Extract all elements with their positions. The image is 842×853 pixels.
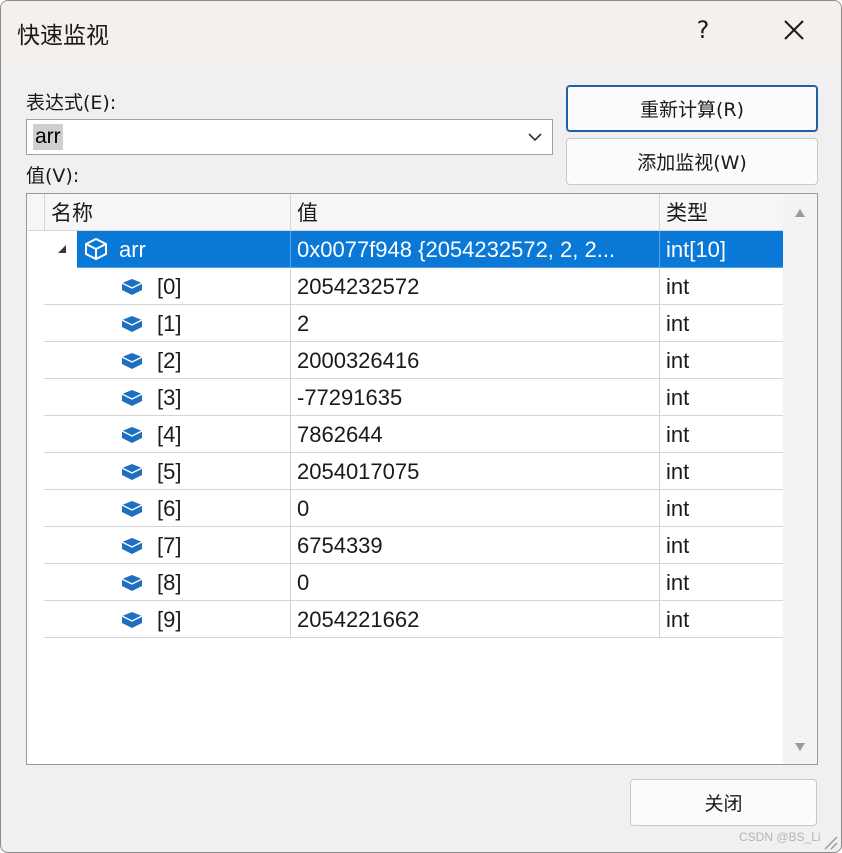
field-icon <box>121 538 143 554</box>
value-cell: 6754339 <box>290 527 659 564</box>
help-icon: ? <box>696 16 710 44</box>
value-cell: 0 <box>290 490 659 527</box>
type-cell: int <box>659 527 783 564</box>
watermark-text: CSDN @BS_Li <box>739 830 821 844</box>
close-icon <box>784 20 804 40</box>
object-icon <box>85 237 107 261</box>
title-close-button[interactable] <box>766 9 822 51</box>
value-cell: 2054232572 <box>290 268 659 305</box>
recalculate-button[interactable]: 重新计算(R) <box>566 85 818 132</box>
type-cell: int <box>659 379 783 416</box>
element-name: [7] <box>157 533 182 558</box>
table-row[interactable]: [0] 2054232572 int <box>27 268 783 305</box>
scroll-up-arrow-icon[interactable] <box>794 208 806 218</box>
value-cell: 2000326416 <box>290 342 659 379</box>
table-row[interactable]: [3] -77291635 int <box>27 379 783 416</box>
field-icon <box>121 612 143 628</box>
element-name: [5] <box>157 459 182 484</box>
type-cell: int <box>659 268 783 305</box>
table-row[interactable]: [2] 2000326416 int <box>27 342 783 379</box>
type-cell: int <box>659 601 783 638</box>
grid-header: 名称 值 类型 <box>27 194 783 231</box>
value-cell: -77291635 <box>290 379 659 416</box>
quick-watch-dialog: 快速监视 ? 表达式(E): arr 重新计算(R) 添加监视(W) 值(V):… <box>0 0 842 853</box>
vertical-scrollbar[interactable] <box>783 194 817 764</box>
type-cell: int <box>659 305 783 342</box>
table-row[interactable]: [1] 2 int <box>27 305 783 342</box>
value-cell: 0 <box>290 564 659 601</box>
element-name: [9] <box>157 607 182 632</box>
scroll-down-arrow-icon[interactable] <box>794 742 806 752</box>
expression-label: 表达式(E): <box>26 92 117 114</box>
table-row[interactable]: [9] 2054221662 int <box>27 601 783 638</box>
value-label: 值(V): <box>26 165 80 187</box>
chevron-down-icon[interactable] <box>524 127 546 147</box>
field-icon <box>121 575 143 591</box>
value-cell: 2054221662 <box>290 601 659 638</box>
field-icon <box>121 464 143 480</box>
title-bar: 快速监视 ? <box>1 1 841 61</box>
value-cell: 7862644 <box>290 416 659 453</box>
help-button[interactable]: ? <box>675 9 731 51</box>
type-cell: int <box>659 564 783 601</box>
field-icon <box>121 501 143 517</box>
field-icon <box>121 390 143 406</box>
field-icon <box>121 279 143 295</box>
table-row[interactable]: [5] 2054017075 int <box>27 453 783 490</box>
field-icon <box>121 316 143 332</box>
table-row[interactable]: [6] 0 int <box>27 490 783 527</box>
element-name: [4] <box>157 422 182 447</box>
element-name: [0] <box>157 274 182 299</box>
dialog-title: 快速监视 <box>17 23 109 49</box>
element-name: [3] <box>157 385 182 410</box>
table-row-root[interactable]: arr 0x0077f948 {2054232572, 2, 2... int[… <box>27 231 783 268</box>
element-name: [6] <box>157 496 182 521</box>
field-icon <box>121 427 143 443</box>
element-name: [8] <box>157 570 182 595</box>
root-name: arr <box>119 237 146 262</box>
element-name: [1] <box>157 311 182 336</box>
root-value-cell: 0x0077f948 {2054232572, 2, 2... <box>290 231 659 268</box>
close-dialog-button[interactable]: 关闭 <box>630 779 817 826</box>
collapse-triangle-icon[interactable] <box>55 242 69 256</box>
column-header-name[interactable]: 名称 <box>44 194 290 230</box>
column-header-value[interactable]: 值 <box>290 194 659 230</box>
expression-combobox[interactable]: arr <box>26 119 553 155</box>
table-row[interactable]: [7] 6754339 int <box>27 527 783 564</box>
type-cell: int <box>659 490 783 527</box>
element-name: [2] <box>157 348 182 373</box>
type-cell: int <box>659 453 783 490</box>
column-header-type[interactable]: 类型 <box>659 194 783 230</box>
value-cell: 2 <box>290 305 659 342</box>
type-cell: int <box>659 416 783 453</box>
table-row[interactable]: [8] 0 int <box>27 564 783 601</box>
root-type-cell: int[10] <box>659 231 783 268</box>
watch-grid[interactable]: 名称 值 类型 arr 0x0077f948 {2054232572, 2, 2… <box>26 193 818 765</box>
type-cell: int <box>659 342 783 379</box>
expression-input-value[interactable]: arr <box>33 124 63 150</box>
table-row[interactable]: [4] 7862644 int <box>27 416 783 453</box>
value-cell: 2054017075 <box>290 453 659 490</box>
add-watch-button[interactable]: 添加监视(W) <box>566 138 818 185</box>
field-icon <box>121 353 143 369</box>
resize-grip-icon[interactable] <box>819 831 839 851</box>
